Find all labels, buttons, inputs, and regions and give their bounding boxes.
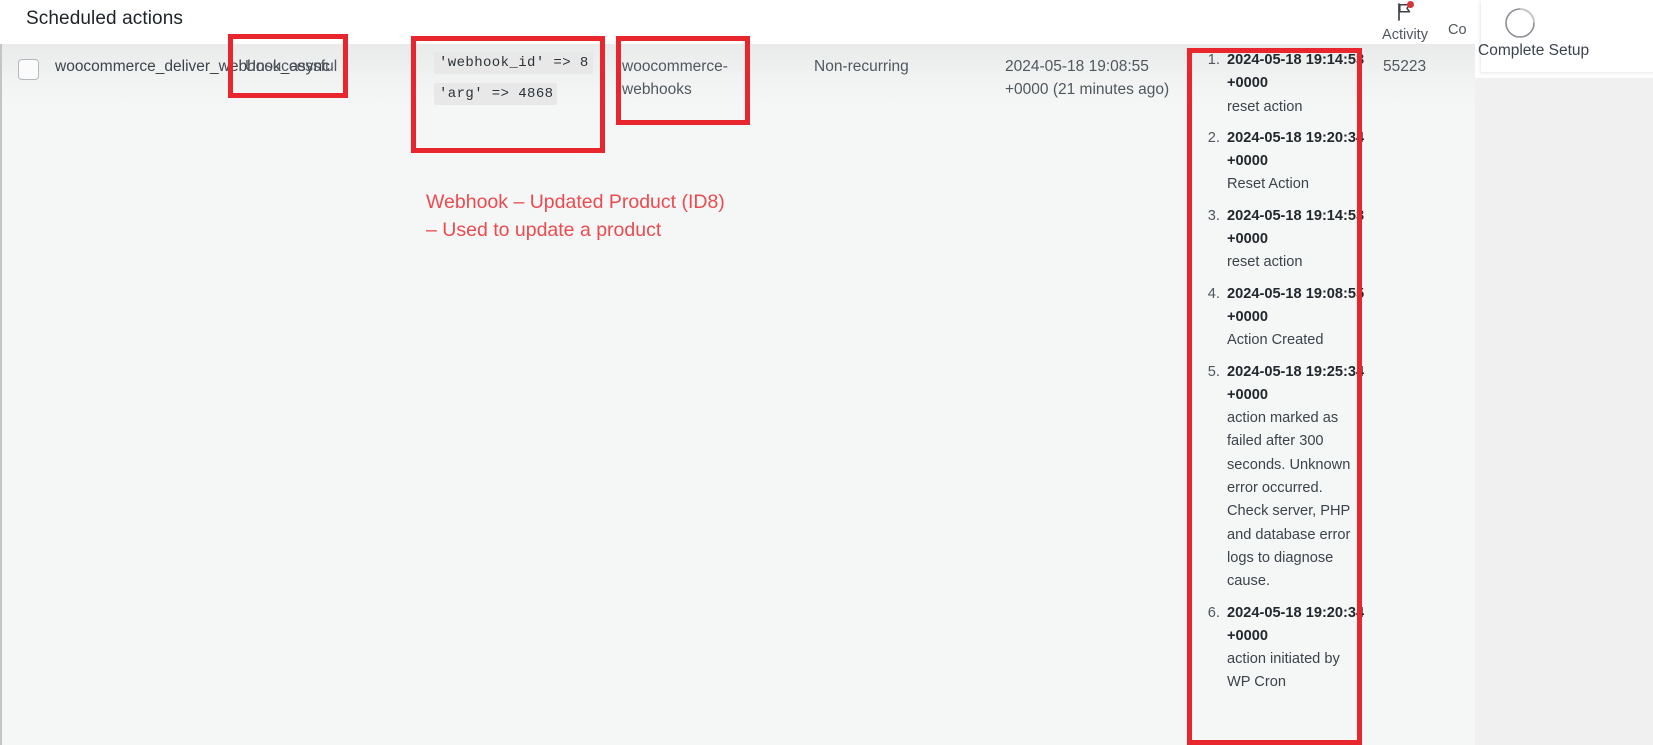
notification-dot [1407,1,1414,8]
argument-code: 'arg' => 4868 [434,83,558,105]
cell-status: Unsuccessful [245,58,338,75]
annotation-note: Webhook – Updated Product (ID8) – Used t… [426,191,725,241]
cell-arguments: 'webhook_id' => 8 'arg' => 4868 [434,50,609,112]
truncated-topbar-item[interactable]: Co [1448,22,1478,38]
activity-button[interactable]: Activity [1371,0,1439,43]
cell-action-id: 55223 [1383,58,1427,75]
log-list-item: 2024-05-18 19:14:53 +0000 reset action [1224,205,1367,275]
cell-recurrence: Non-recurring [814,58,909,75]
log-list-item: 2024-05-18 19:14:53 +0000 reset action [1224,49,1367,119]
progress-circle-icon [1503,6,1537,40]
cell-hook: woocommerce_deliver_webhook_async [55,58,330,75]
cell-group[interactable]: woocommerce-webhooks [622,55,772,101]
log-list: 2024-05-18 19:14:53 +0000 reset action 2… [1202,49,1367,695]
right-gutter [1475,44,1653,745]
log-timestamp: 2024-05-18 19:20:34 +0000 [1227,604,1365,644]
log-list-item: 2024-05-18 19:20:34 +0000 action initiat… [1224,602,1367,695]
log-message: action initiated by WP Cron [1227,651,1340,691]
log-list-item: 2024-05-18 19:20:34 +0000 Reset Action [1224,127,1367,197]
argument-line: 'webhook_id' => 8 [434,50,609,75]
table-row[interactable]: woocommerce_deliver_webhook_async Unsucc… [2,44,1475,690]
log-message: action marked as failed after 300 second… [1227,410,1351,590]
log-timestamp: 2024-05-18 19:08:55 +0000 [1227,285,1365,325]
activity-label: Activity [1382,27,1428,43]
argument-code: 'webhook_id' => 8 [434,52,593,74]
log-timestamp: 2024-05-18 19:25:34 +0000 [1227,363,1365,403]
argument-line: 'arg' => 4868 [434,81,609,106]
cell-scheduled-date: 2024-05-18 19:08:55 +0000 (21 minutes ag… [1005,58,1170,98]
log-timestamp: 2024-05-18 19:14:53 +0000 [1227,52,1365,92]
log-message: Action Created [1227,332,1324,349]
log-timestamp: 2024-05-18 19:14:53 +0000 [1227,207,1365,248]
log-message: Reset Action [1227,176,1309,193]
log-timestamp: 2024-05-18 19:20:34 +0000 [1227,129,1365,170]
log-list-item: 2024-05-18 19:08:55 +0000 Action Created [1224,283,1367,353]
complete-setup-card[interactable]: Complete Setup [1478,0,1653,72]
log-list-item: 2024-05-18 19:25:34 +0000 action marked … [1224,361,1367,594]
flag-icon [1395,1,1415,22]
complete-setup-label: Complete Setup [1478,42,1590,59]
page-title: Scheduled actions [26,8,183,29]
cell-log: 2024-05-18 19:14:53 +0000 reset action 2… [1202,49,1367,703]
log-message: reset action [1227,254,1303,271]
scheduled-actions-table: woocommerce_deliver_webhook_async Unsucc… [0,44,1475,745]
row-select-checkbox[interactable] [18,59,39,80]
log-message: reset action [1227,98,1303,115]
